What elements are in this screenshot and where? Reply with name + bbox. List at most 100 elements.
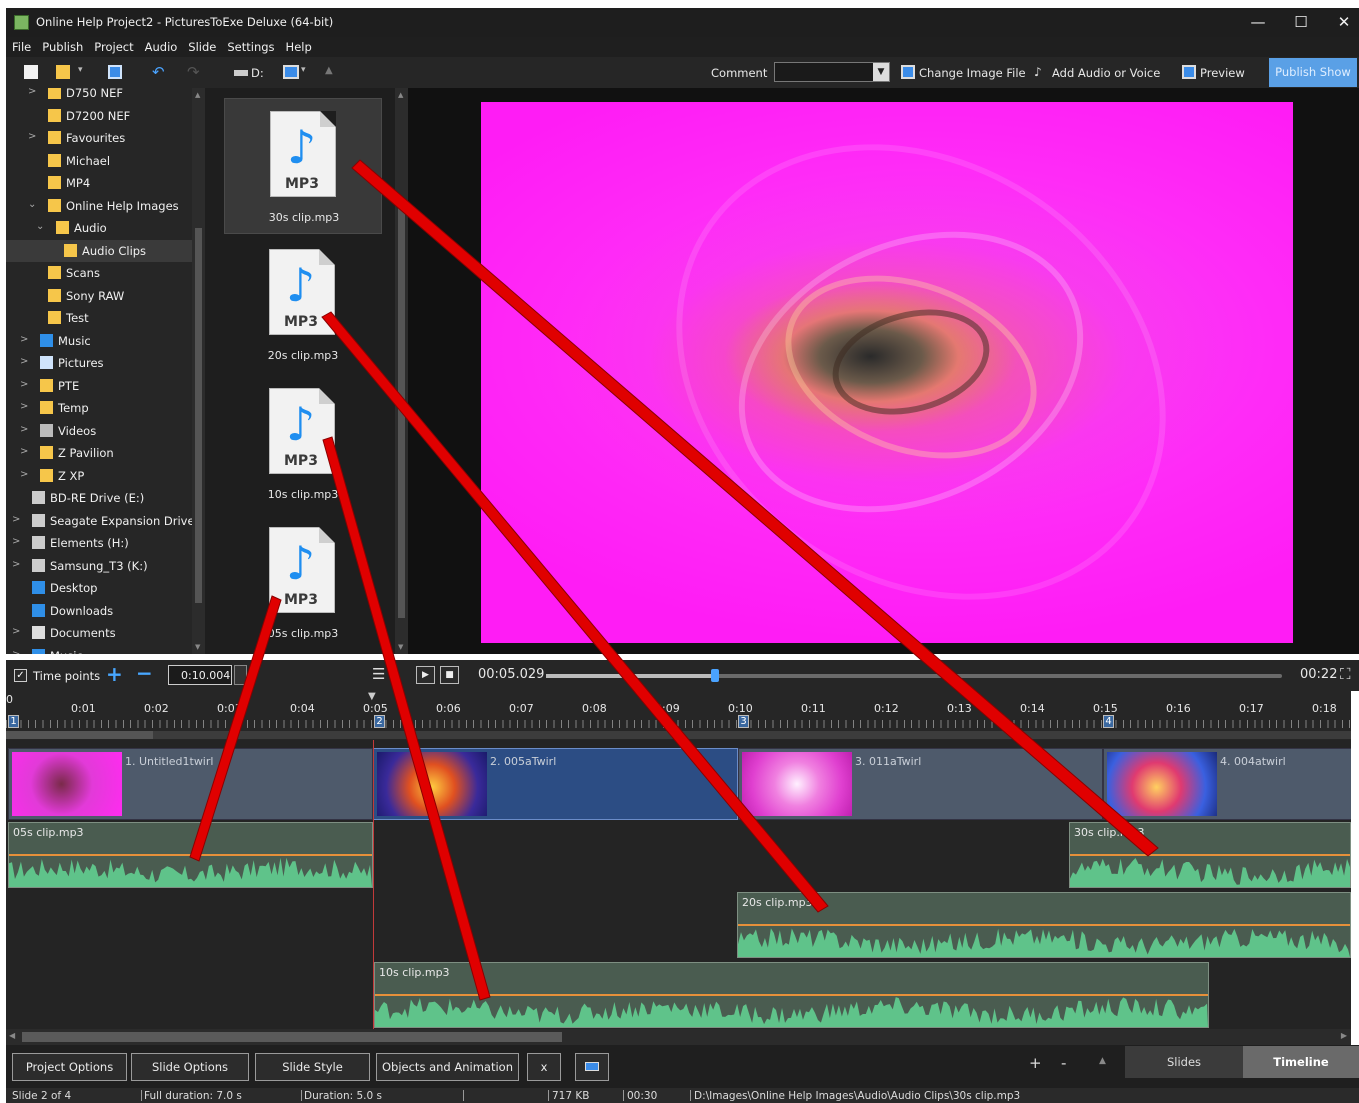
timeline-tab[interactable]: Timeline	[1243, 1046, 1359, 1078]
slide-marker[interactable]: 2	[374, 715, 385, 728]
add-time-point-icon[interactable]: +	[106, 662, 123, 686]
files-scroll-thumb[interactable]	[398, 198, 405, 618]
tree-item[interactable]: Scans	[6, 262, 192, 284]
preview-button[interactable]: Preview	[1200, 66, 1245, 80]
file-tile[interactable]: ♪ MP3 10s clip.mp3	[224, 376, 382, 512]
change-image-button[interactable]: Change Image File	[919, 66, 1026, 80]
minimize-button[interactable]: —	[1238, 11, 1278, 33]
timeline-scrollbar[interactable]: ◀ ▶	[6, 1029, 1351, 1045]
remove-slide-button[interactable]: -	[1061, 1054, 1066, 1072]
audio-clip[interactable]: 05s clip.mp3	[8, 822, 373, 888]
time-spinner[interactable]	[234, 665, 247, 685]
slide-marker[interactable]: 1	[8, 715, 19, 728]
seek-slider[interactable]	[546, 669, 1282, 682]
drive-label[interactable]: D:	[251, 66, 264, 80]
expand-chevron-icon[interactable]: >	[20, 424, 30, 435]
project-options-button[interactable]: Project Options	[12, 1053, 127, 1081]
menu-help[interactable]: Help	[280, 37, 317, 54]
tree-scrollbar[interactable]: ▲ ▼	[192, 88, 205, 654]
expand-chevron-icon[interactable]: >	[28, 88, 38, 97]
tree-item[interactable]: > Videos	[6, 420, 192, 442]
tree-item[interactable]: > Favourites	[6, 127, 192, 149]
file-tile[interactable]: ♪ MP3 30s clip.mp3	[224, 98, 382, 234]
expand-chevron-icon[interactable]: >	[12, 536, 22, 547]
tree-item[interactable]: > Elements (H:)	[6, 532, 192, 554]
tree-item[interactable]: ⌄ Online Help Images	[6, 195, 192, 217]
redo-icon[interactable]: ↷	[187, 63, 201, 81]
slide-style-button[interactable]: Slide Style	[255, 1053, 370, 1081]
timeline-tracks[interactable]: 1. Untitled1twirl 2. 005aTwirl 3. 011aTwir…	[6, 740, 1351, 1029]
change-image-icon[interactable]	[901, 65, 915, 79]
tree-item[interactable]: Downloads	[6, 600, 192, 622]
up-arrow-icon[interactable]: ▲	[325, 65, 339, 79]
tree-item[interactable]: BD-RE Drive (E:)	[6, 487, 192, 509]
menu-file[interactable]: File	[6, 37, 36, 54]
audio-clip[interactable]: 20s clip.mp3	[737, 892, 1351, 958]
tree-item[interactable]: > Z Pavilion	[6, 442, 192, 464]
expand-chevron-icon[interactable]: ⌄	[36, 221, 46, 232]
tree-item[interactable]: ⌄ Audio	[6, 217, 192, 239]
slide-options-button[interactable]: Slide Options	[131, 1053, 249, 1081]
open-dropdown-icon[interactable]: ▾	[78, 65, 86, 79]
tree-item[interactable]: Michael	[6, 150, 192, 172]
add-slide-button[interactable]: +	[1029, 1054, 1042, 1072]
tree-item[interactable]: Desktop	[6, 577, 192, 599]
tree-item[interactable]: > Music	[6, 330, 192, 352]
expand-chevron-icon[interactable]: >	[20, 334, 30, 345]
play-button[interactable]: ▶	[416, 666, 435, 684]
menu-settings[interactable]: Settings	[221, 37, 279, 54]
remove-time-point-icon[interactable]: −	[136, 661, 153, 685]
comment-combo[interactable]: ▼	[774, 62, 890, 82]
scroll-up-icon[interactable]: ▲	[398, 91, 403, 99]
menu-audio[interactable]: Audio	[139, 37, 183, 54]
file-tile[interactable]: ♪ MP3 05s clip.mp3	[224, 515, 382, 651]
view-mode-icon[interactable]	[283, 65, 299, 79]
time-points-checkbox[interactable]: ✓	[14, 669, 27, 682]
tree-item[interactable]: > Documents	[6, 622, 192, 644]
slide-marker[interactable]: 4	[1103, 715, 1114, 728]
tree-item[interactable]: > Z XP	[6, 465, 192, 487]
expand-chevron-icon[interactable]: >	[20, 469, 30, 480]
expand-chevron-icon[interactable]: >	[12, 559, 22, 570]
expand-chevron-icon[interactable]: >	[20, 379, 30, 390]
expand-chevron-icon[interactable]: >	[28, 131, 38, 142]
save-icon[interactable]	[108, 65, 122, 79]
image-button[interactable]	[575, 1053, 609, 1081]
audio-clip[interactable]: 10s clip.mp3	[374, 962, 1209, 1028]
files-scrollbar[interactable]: ▲ ▼	[395, 88, 408, 654]
slide-marker[interactable]: 3	[738, 715, 749, 728]
list-menu-icon[interactable]: ☰	[372, 665, 385, 683]
seek-handle[interactable]	[711, 669, 720, 682]
chevron-down-icon[interactable]: ▼	[873, 63, 889, 81]
expand-chevron-icon[interactable]: >	[20, 446, 30, 457]
close-x-button[interactable]: x	[527, 1053, 561, 1081]
tree-item[interactable]: > PTE	[6, 375, 192, 397]
tree-item[interactable]: > Temp	[6, 397, 192, 419]
tree-item[interactable]: Audio Clips	[6, 239, 192, 262]
file-browser[interactable]: ♪ MP3 30s clip.mp3 ♪ MP3 20s clip.mp3 ♪ MP3 10s …	[205, 88, 408, 654]
tree-item[interactable]: Sony RAW	[6, 285, 192, 307]
expand-chevron-icon[interactable]: >	[20, 356, 30, 367]
time-point-input[interactable]: 0:10.004	[168, 665, 232, 685]
preview-icon[interactable]	[1182, 65, 1196, 79]
collapse-icon[interactable]: ▲	[1099, 1056, 1106, 1066]
playhead[interactable]	[373, 740, 374, 1029]
slide-block[interactable]: 3. 011aTwirl	[738, 748, 1103, 820]
fullscreen-icon[interactable]: ⛶	[1340, 665, 1351, 683]
publish-show-button[interactable]: Publish Show	[1269, 58, 1357, 87]
expand-chevron-icon[interactable]: >	[12, 649, 22, 655]
expand-chevron-icon[interactable]: >	[12, 514, 22, 525]
menu-project[interactable]: Project	[88, 37, 138, 54]
expand-chevron-icon[interactable]: ⌄	[28, 199, 38, 210]
scroll-up-icon[interactable]: ▲	[195, 91, 200, 99]
file-tile[interactable]: ♪ MP3 20s clip.mp3	[224, 237, 382, 373]
scroll-down-icon[interactable]: ▼	[195, 643, 200, 651]
menu-slide[interactable]: Slide	[182, 37, 221, 54]
menu-publish[interactable]: Publish	[36, 37, 88, 54]
new-file-icon[interactable]	[24, 65, 38, 79]
stop-button[interactable]: ■	[440, 666, 459, 684]
tree-item[interactable]: D7200 NEF	[6, 105, 192, 127]
tree-scroll-thumb[interactable]	[195, 228, 202, 603]
tree-item[interactable]: > Pictures	[6, 352, 192, 374]
slide-block[interactable]: 1. Untitled1twirl	[8, 748, 373, 820]
